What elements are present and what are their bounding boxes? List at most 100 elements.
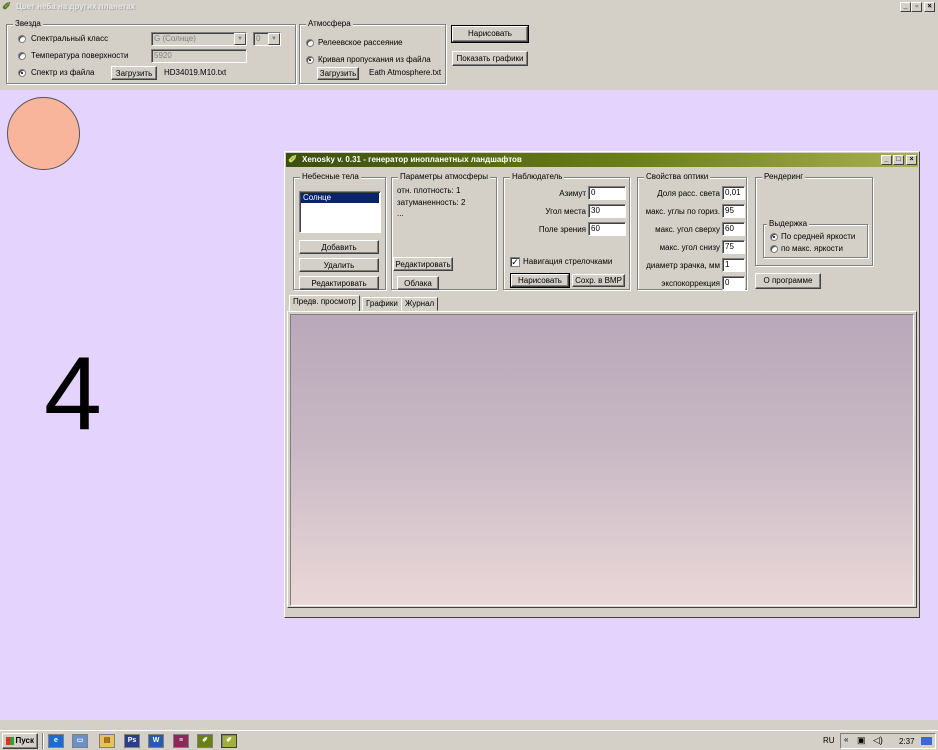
language-indicator[interactable]: RU xyxy=(823,736,835,746)
atm-density: отн. плотность: 1 xyxy=(397,186,461,195)
radio-transmission-file[interactable] xyxy=(306,56,314,64)
edit-atmosphere-button[interactable]: Редактировать xyxy=(393,257,453,271)
radio-spectral-class-label: Спектральный класс xyxy=(31,34,109,43)
xenosky-title-bar[interactable]: ✐ Xenosky v. 0.31 - генератор инопланетн… xyxy=(286,153,918,167)
exposure-title: Выдержка xyxy=(767,219,810,229)
tab-graphs[interactable]: Графики xyxy=(362,297,402,311)
winrar-icon[interactable]: ≡ xyxy=(173,734,189,748)
list-item[interactable]: Солнце xyxy=(301,193,379,203)
tab-log[interactable]: Журнал xyxy=(401,297,439,311)
radio-rayleigh-label: Релеевское рассеяние xyxy=(318,38,403,47)
bodies-list[interactable]: Солнце xyxy=(299,191,381,233)
restore-button[interactable]: ▫ xyxy=(911,2,922,12)
temperature-field[interactable]: 5920 xyxy=(151,49,247,63)
radio-transmission-file-label: Кривая пропускания из файла xyxy=(318,55,431,64)
tab-preview[interactable]: Предв. просмотр xyxy=(289,295,360,311)
radio-avg-brightness[interactable] xyxy=(770,233,778,241)
radio-spectrum-file[interactable] xyxy=(18,69,26,77)
network-icon[interactable]: ▣ xyxy=(857,735,866,746)
max-top-field[interactable]: 60 xyxy=(722,222,745,236)
radio-spectrum-file-label: Спектр из файла xyxy=(31,68,95,77)
observer-title: Наблюдатель xyxy=(510,172,565,182)
chevron-down-icon[interactable]: ▼ xyxy=(268,33,280,45)
exposure-correction-label: экспокоррекция xyxy=(661,279,720,288)
xenosky-task-icon[interactable]: ✐ xyxy=(197,734,213,748)
atm-params-title: Параметры атмосферы xyxy=(398,172,490,182)
radio-spectral-class[interactable] xyxy=(18,35,26,43)
spectral-subclass-combo[interactable]: 0 ▼ xyxy=(253,32,281,46)
clouds-button[interactable]: Облака xyxy=(397,276,439,290)
fov-field[interactable]: 60 xyxy=(588,222,626,236)
star-file-name: HD34019.M10.txt xyxy=(164,68,227,77)
taskbar-separator xyxy=(42,733,44,749)
atmosphere-group-title: Атмосфера xyxy=(306,19,353,29)
pupil-diameter-label: диаметр зрачка, мм xyxy=(646,261,720,270)
atmosphere-group: Атмосфера Релеевское рассеяние Кривая пр… xyxy=(299,19,446,84)
spectral-class-combo[interactable]: G (Солнце) ▼ xyxy=(151,32,247,46)
ie-icon[interactable]: e xyxy=(48,734,64,748)
word-icon[interactable]: W xyxy=(148,734,164,748)
show-desktop-icon[interactable]: ▭ xyxy=(72,734,88,748)
scatter-fraction-label: Доля расс. света xyxy=(657,189,720,198)
xenosky-close-button[interactable]: × xyxy=(906,155,917,165)
elevation-label: Угол места xyxy=(545,207,586,216)
star-group: Звезда Спектральный класс Температура по… xyxy=(6,19,296,84)
save-bmp-button[interactable]: Сохр. в BMP xyxy=(572,274,625,287)
arrow-nav-label: Навигация стрелочками xyxy=(523,257,613,266)
about-button[interactable]: О программе xyxy=(755,273,821,289)
add-body-button[interactable]: Добавить xyxy=(299,240,379,254)
radio-surface-temperature[interactable] xyxy=(18,52,26,60)
fov-label: Поле зрения xyxy=(538,225,586,234)
atmosphere-load-button[interactable]: Загрузить xyxy=(317,67,359,80)
windows-logo-icon xyxy=(6,737,14,745)
sky-preview-image[interactable] xyxy=(290,314,914,606)
sun-disk xyxy=(7,97,80,170)
notification-icon[interactable] xyxy=(921,737,932,745)
edit-body-button[interactable]: Редактировать xyxy=(299,276,379,290)
atmosphere-file-name: Eath Atmosphere.txt xyxy=(369,68,442,77)
atm-params-group: Параметры атмосферы отн. плотность: 1 за… xyxy=(391,172,497,290)
max-bottom-field[interactable]: 75 xyxy=(722,240,745,254)
show-graphs-button[interactable]: Показать графики xyxy=(452,51,528,66)
elevation-field[interactable]: 30 xyxy=(588,204,626,218)
radio-max-brightness-label: по макс. яркости xyxy=(781,244,843,253)
xenosky-minimize-button[interactable]: _ xyxy=(881,155,892,165)
star-load-button[interactable]: Загрузить xyxy=(111,66,157,80)
xenosky-window[interactable]: ✐ Xenosky v. 0.31 - генератор инопланетн… xyxy=(284,151,920,618)
main-title-bar[interactable]: ✐ Цвет неба на других планетах _ ▫ × xyxy=(0,0,938,14)
azimuth-field[interactable]: 0 xyxy=(588,186,626,200)
xenosky-app-icon: ✐ xyxy=(288,154,298,166)
radio-rayleigh[interactable] xyxy=(306,39,314,47)
start-button[interactable]: Пуск xyxy=(2,733,38,749)
close-button[interactable]: × xyxy=(924,2,935,12)
delete-body-button[interactable]: Удалить xyxy=(299,258,379,272)
xenosky-maximize-button[interactable]: □ xyxy=(893,155,904,165)
big-number: 4 xyxy=(44,336,102,452)
chevron-down-icon[interactable]: ▼ xyxy=(234,33,246,45)
taskbar: Пуск e ▭ ▤ Ps W ≡ ✐ ✐ RU « ▣ ◁) 2:37 xyxy=(0,730,938,750)
optics-title: Свойства оптики xyxy=(644,172,711,182)
bodies-group: Небесные тела Солнце Добавить Удалить Ре… xyxy=(293,172,386,290)
scatter-fraction-field[interactable]: 0,01 xyxy=(722,186,745,200)
max-horizontal-field[interactable]: 95 xyxy=(722,204,745,218)
radio-avg-brightness-label: По средней яркости xyxy=(781,232,856,241)
xenosky-draw-button[interactable]: Нарисовать xyxy=(510,273,570,288)
pupil-diameter-field[interactable]: 1 xyxy=(722,258,745,272)
sky-app-task-icon[interactable]: ✐ xyxy=(221,734,237,748)
photoshop-icon[interactable]: Ps xyxy=(124,734,140,748)
clock[interactable]: 2:37 xyxy=(899,737,915,747)
tray-expand-icon[interactable]: « xyxy=(844,735,848,744)
draw-button[interactable]: Нарисовать xyxy=(451,25,529,43)
observer-group: Наблюдатель Азимут 0 Угол места 30 Поле … xyxy=(503,172,630,290)
volume-icon[interactable]: ◁) xyxy=(873,735,883,746)
minimize-button[interactable]: _ xyxy=(900,2,911,12)
preview-panel xyxy=(287,311,917,608)
explorer-icon[interactable]: ▤ xyxy=(99,734,115,748)
optics-group: Свойства оптики Доля расс. света 0,01 ма… xyxy=(637,172,747,290)
radio-max-brightness[interactable] xyxy=(770,245,778,253)
bodies-group-title: Небесные тела xyxy=(300,172,361,182)
exposure-correction-field[interactable]: 0 xyxy=(722,276,745,290)
arrow-nav-checkbox[interactable]: ✓ xyxy=(510,257,520,267)
app-icon: ✐ xyxy=(2,1,12,13)
exposure-group: Выдержка По средней яркости по макс. ярк… xyxy=(763,219,868,258)
